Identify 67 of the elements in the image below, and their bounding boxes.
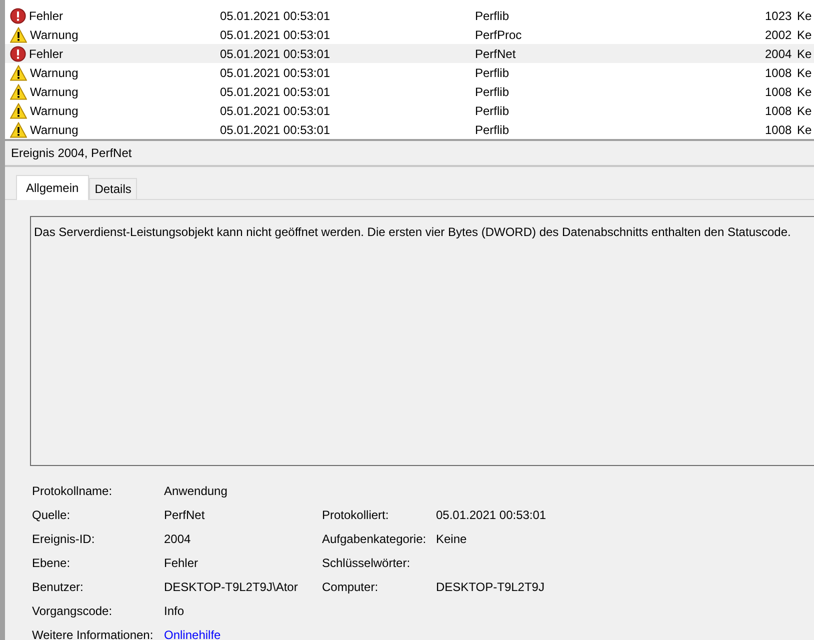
event-id-text: 1008 — [765, 104, 793, 118]
help-link[interactable]: Onlinehilfe — [164, 626, 322, 640]
column-text: Ke — [797, 28, 813, 42]
source-text: PerfProc — [475, 28, 523, 42]
property-label: Vorgangscode: — [32, 603, 114, 620]
property-label: Protokolliert: — [322, 507, 390, 524]
message-box[interactable]: Das Serverdienst-Leistungsobjekt kann nicht geöffnet werden. Die ersten vier Bytes (DWORD) des Datenabschnitts enthalten den Statuscode. — [30, 216, 814, 466]
tab[interactable]: Allgemein — [16, 175, 89, 200]
level-text: Fehler — [29, 8, 64, 22]
tab[interactable]: Details — [88, 178, 138, 199]
date-text: 05.01.2021 00:53:01 — [220, 104, 332, 118]
column-text: Ke — [797, 66, 813, 80]
event-id-text: 1023 — [765, 8, 793, 22]
warning-icon — [10, 26, 27, 42]
source-text: Perflib — [475, 84, 510, 98]
warning-icon — [10, 84, 27, 100]
column-text: Ke — [797, 122, 813, 136]
property-label: Protokollname: — [32, 483, 114, 500]
property-label: Aufgabenkategorie: — [322, 531, 428, 548]
property-label: Schlüsselwörter: — [322, 555, 412, 572]
event-row[interactable]: Fehler 05.01.2021 00:53:01 PerfNet 2004 Ke — [5, 44, 814, 63]
date-text: 05.01.2021 00:53:01 — [220, 8, 332, 22]
property-value: Keine — [436, 531, 468, 548]
error-icon — [10, 46, 26, 62]
property-label: Weitere Informationen: — [32, 627, 154, 640]
property-value: 05.01.2021 00:53:01 — [436, 507, 548, 524]
column-text: Ke — [797, 104, 813, 118]
event-id-text: 1008 — [765, 84, 793, 98]
warning-icon — [10, 64, 27, 80]
warning-icon — [10, 122, 27, 138]
event-id-text: 2004 — [765, 46, 793, 60]
error-icon — [10, 8, 26, 24]
date-text: 05.01.2021 00:53:01 — [220, 46, 332, 60]
level-text: Warnung — [30, 28, 78, 42]
property-value: DESKTOP-T9L2T9J — [436, 579, 546, 596]
property-value: 2004 — [164, 531, 192, 548]
level-text: Warnung — [30, 122, 78, 136]
date-text: 05.01.2021 00:53:01 — [220, 122, 332, 136]
property-value: Anwendung — [164, 483, 228, 500]
warning-icon — [10, 102, 27, 118]
event-id-text: 1008 — [765, 122, 793, 136]
level-text: Fehler — [29, 46, 64, 60]
level-text: Warnung — [30, 84, 78, 98]
source-text: PerfNet — [475, 46, 517, 60]
property-value: PerfNet — [164, 507, 206, 524]
level-text: Warnung — [30, 66, 78, 80]
column-text: Ke — [797, 46, 813, 60]
event-id-text: 1008 — [765, 66, 793, 80]
date-text: 05.01.2021 00:53:01 — [220, 84, 332, 98]
property-label: Benutzer: — [32, 579, 84, 596]
property-label: Ereignis-ID: — [32, 531, 96, 548]
property-label: Computer: — [322, 579, 380, 596]
column-text: Ke — [797, 8, 813, 22]
property-value: DESKTOP-T9L2T9J\Ator — [164, 579, 299, 596]
date-text: 05.01.2021 00:53:01 — [220, 66, 332, 80]
source-text: Perflib — [475, 104, 510, 118]
source-text: Perflib — [475, 122, 510, 136]
property-label: Ebene: — [32, 555, 72, 572]
level-text: Warnung — [30, 104, 78, 118]
property-value: Info — [164, 603, 186, 620]
date-text: 05.01.2021 00:53:01 — [220, 28, 332, 42]
property-label: Quelle: — [32, 507, 72, 524]
source-text: Perflib — [475, 8, 510, 22]
event-id-text: 2002 — [765, 28, 793, 42]
source-text: Perflib — [475, 66, 510, 80]
column-text: Ke — [797, 84, 813, 98]
property-value: Fehler — [164, 555, 200, 572]
